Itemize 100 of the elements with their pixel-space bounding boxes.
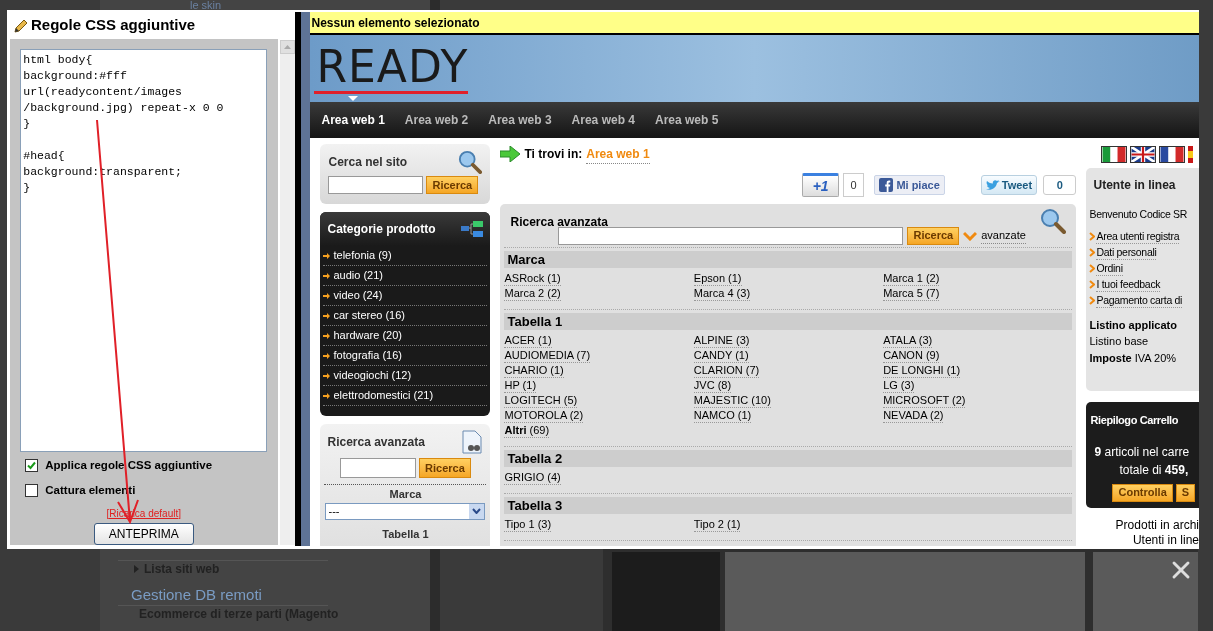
category-link[interactable]: audio (21)	[333, 267, 384, 284]
filter-link[interactable]: NAMCO (1)	[693, 408, 752, 423]
panel-title: Regole CSS aggiuntive	[31, 15, 196, 36]
filter-link[interactable]: Epson (1)	[693, 271, 742, 286]
search-field[interactable]	[558, 226, 904, 245]
account-link[interactable]: Dati personali	[1096, 245, 1157, 260]
filter-link[interactable]: CANDY (1)	[693, 348, 749, 363]
group-heading: Tabella 1	[504, 313, 1073, 330]
arrow-right-icon	[323, 352, 331, 359]
category-link[interactable]: car stereo (16)	[333, 307, 405, 324]
box-title: Utente in linea	[1092, 177, 1177, 194]
category-link[interactable]: telefonia (9)	[333, 247, 392, 264]
filter-link[interactable]: CHARIO (1)	[504, 363, 564, 378]
box-title: Ricerca avanzata	[327, 434, 425, 451]
checkbox[interactable]	[25, 459, 39, 473]
checkbox-label[interactable]: Applica regole CSS aggiuntive	[45, 457, 213, 475]
checkbox[interactable]	[25, 484, 39, 498]
filter-link[interactable]: CLARION (7)	[693, 363, 760, 378]
page-heading: le skin	[190, 0, 222, 10]
nav-tab[interactable]: Area web 3	[488, 111, 552, 129]
field-label: Tabella 1	[382, 526, 429, 542]
account-link[interactable]: Pagamento carta di	[1096, 293, 1183, 308]
arrow-right-icon	[500, 146, 521, 162]
account-link[interactable]: Area utenti registra	[1096, 229, 1180, 244]
category-link[interactable]: videogiochi (12)	[333, 367, 412, 384]
filter-link[interactable]: Tipo 2 (1)	[693, 517, 741, 532]
chevron-down-icon[interactable]	[472, 508, 482, 514]
search-button[interactable]: Ricerca	[426, 176, 479, 194]
site-stats-text: Prodotti in archi	[1115, 518, 1199, 533]
flag-icon[interactable]	[1159, 146, 1186, 163]
filter-link[interactable]: MICROSOFT (2)	[883, 393, 966, 408]
arrow-right-icon	[323, 292, 331, 299]
advanced-toggle-link[interactable]: avanzate	[981, 226, 1026, 245]
filter-link[interactable]: Marca 5 (7)	[883, 286, 940, 301]
filter-link[interactable]: ASRock (1)	[504, 271, 561, 286]
filter-link[interactable]: GRIGIO (4)	[504, 470, 561, 485]
field-label: Marca	[389, 487, 422, 502]
nav-tab[interactable]: Area web 1	[321, 111, 385, 129]
price-list-title: Listino applicato	[1089, 317, 1178, 333]
flag-icon[interactable]	[1188, 146, 1194, 163]
filter-link[interactable]: LG (3)	[883, 378, 915, 393]
filter-link[interactable]: DE LONGHI (1)	[883, 363, 961, 378]
status-text: Nessun elemento selezionato	[311, 14, 480, 32]
flag-icon[interactable]	[1130, 146, 1157, 163]
pencil-icon	[13, 17, 29, 34]
filter-link[interactable]: Altri (69)	[504, 423, 550, 438]
tweet-button[interactable]: Tweet	[980, 175, 1038, 195]
filter-link[interactable]: HP (1)	[504, 378, 537, 393]
filter-link[interactable]: Marca 1 (2)	[883, 271, 940, 286]
category-link[interactable]: elettrodomestici (21)	[333, 387, 434, 404]
plus-one-button[interactable]: +1	[802, 173, 839, 197]
filter-link[interactable]: ATALA (3)	[883, 333, 933, 348]
category-link[interactable]: video (24)	[333, 287, 383, 304]
like-button[interactable]: Mi piace	[874, 175, 945, 195]
search-button[interactable]: Ricerca	[907, 226, 960, 245]
cart-button[interactable]: Controlla	[1112, 483, 1173, 502]
search-field[interactable]	[340, 458, 417, 478]
bird-icon	[985, 179, 1000, 191]
flag-icon[interactable]	[1101, 146, 1128, 163]
category-link[interactable]: hardware (20)	[333, 327, 402, 344]
filter-link[interactable]: NEVADA (2)	[883, 408, 944, 423]
site-logo: READY	[314, 43, 469, 94]
account-link[interactable]: I tuoi feedback	[1096, 277, 1161, 292]
filter-link[interactable]: Marca 4 (3)	[693, 286, 751, 301]
filter-link[interactable]: MAJESTIC (10)	[693, 393, 771, 408]
share-count: 0	[1043, 175, 1077, 195]
filter-link[interactable]: AUDIOMEDIA (7)	[504, 348, 591, 363]
category-link[interactable]: fotografia (16)	[333, 347, 402, 364]
filter-link[interactable]: ACER (1)	[504, 333, 552, 348]
group-heading: Tabella 3	[504, 497, 1073, 514]
tax-text: Imposte IVA 20%	[1089, 350, 1178, 366]
nav-tab[interactable]: Area web 2	[404, 111, 469, 129]
nav-tab[interactable]: Area web 4	[571, 111, 635, 129]
scrollbar[interactable]	[279, 40, 295, 545]
arrow-right-icon	[323, 372, 331, 379]
cart-button[interactable]: S	[1175, 483, 1196, 502]
box-title: Cerca nel sito	[328, 154, 408, 171]
filter-link[interactable]: MOTOROLA (2)	[504, 408, 584, 423]
search-icon	[1040, 208, 1067, 234]
filter-link[interactable]: Marca 2 (2)	[504, 286, 561, 301]
chevron-down-icon	[963, 230, 978, 241]
search-button[interactable]: Ricerca	[419, 458, 471, 478]
filter-link[interactable]: Tipo 1 (3)	[504, 517, 552, 532]
nav-tab[interactable]: Area web 5	[655, 111, 719, 129]
document-binoculars-icon	[461, 430, 484, 454]
search-field[interactable]	[328, 176, 424, 194]
welcome-text: Benvenuto Codice SR	[1089, 207, 1189, 222]
site-stats-text: Utenti in line	[1132, 533, 1199, 546]
filter-link[interactable]: JVC (8)	[693, 378, 732, 393]
group-heading: Tabella 2	[504, 450, 1073, 467]
preview-button[interactable]: ANTEPRIMA	[93, 522, 194, 545]
arrow-right-icon	[323, 252, 331, 259]
panel-title: Ricerca avanzata	[510, 214, 608, 231]
account-link[interactable]: Ordini	[1096, 261, 1123, 276]
brand-select[interactable]: ---	[325, 502, 486, 520]
filter-link[interactable]: CANON (9)	[883, 348, 940, 363]
filter-link[interactable]: LOGITECH (5)	[504, 393, 578, 408]
box-title: Categorie prodotto	[327, 221, 436, 238]
filter-link[interactable]: ALPINE (3)	[693, 333, 750, 348]
box-title: Riepilogo Carrello	[1090, 413, 1180, 428]
